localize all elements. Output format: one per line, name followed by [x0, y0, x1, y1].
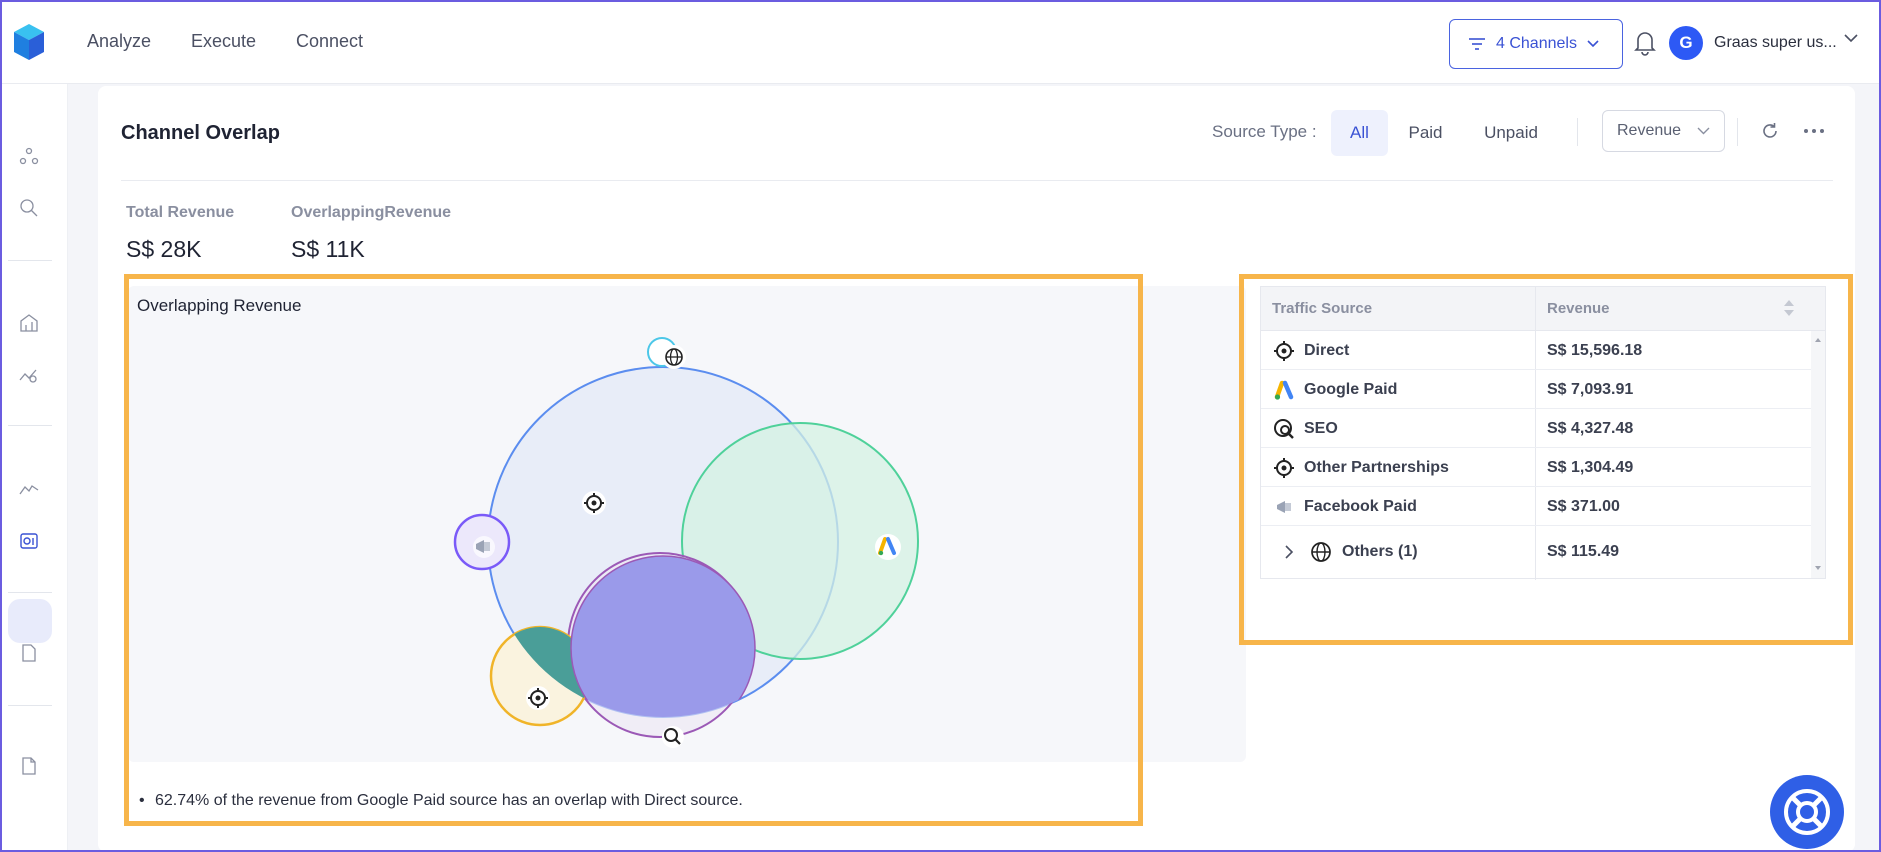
table-row[interactable]: SEO S$ 4,327.48	[1261, 409, 1811, 448]
table-header: Traffic Source Revenue	[1261, 287, 1825, 331]
row-revenue: S$ 1,304.49	[1547, 459, 1634, 476]
row-revenue: S$ 4,327.48	[1547, 420, 1634, 437]
row-source-name: SEO	[1304, 420, 1338, 437]
help-button[interactable]	[1770, 775, 1844, 849]
row-revenue: S$ 7,093.91	[1547, 381, 1634, 398]
table-row[interactable]: Facebook Paid S$ 371.00	[1261, 487, 1811, 526]
lifebuoy-icon	[1784, 789, 1830, 835]
scroll-up-icon[interactable]	[1814, 337, 1822, 343]
row-source-name: Google Paid	[1304, 381, 1398, 398]
column-header-revenue[interactable]: Revenue	[1547, 300, 1610, 317]
globe-icon	[662, 345, 686, 369]
target-icon	[1274, 458, 1294, 478]
google-ads-icon	[1274, 380, 1294, 400]
row-source-name: Direct	[1304, 342, 1350, 359]
table-scrollbar[interactable]	[1811, 331, 1825, 578]
globe-icon	[1311, 542, 1331, 562]
column-header-traffic-source[interactable]: Traffic Source	[1272, 300, 1372, 317]
traffic-source-table: Traffic Source Revenue Direct S$ 15,596.…	[1260, 286, 1826, 580]
row-source-name: Facebook Paid	[1304, 498, 1417, 515]
table-row[interactable]: Others (1) S$ 115.49	[1261, 526, 1811, 578]
scroll-down-icon[interactable]	[1814, 565, 1822, 571]
target-icon	[526, 686, 550, 710]
megaphone-icon	[473, 536, 495, 558]
google-ads-icon	[875, 534, 901, 560]
megaphone-icon	[1277, 501, 1291, 513]
row-source-name: Others (1)	[1342, 543, 1418, 560]
table-row[interactable]: Direct S$ 15,596.18	[1261, 331, 1811, 370]
seo-icon	[662, 726, 684, 748]
row-revenue: S$ 115.49	[1547, 543, 1620, 560]
sort-icon[interactable]	[1783, 298, 1795, 318]
target-icon	[1274, 341, 1294, 361]
table-row[interactable]: Other Partnerships S$ 1,304.49	[1261, 448, 1811, 487]
table-row[interactable]: Google Paid S$ 7,093.91	[1261, 370, 1811, 409]
row-source-name: Other Partnerships	[1304, 459, 1449, 476]
chevron-right-icon[interactable]	[1285, 545, 1294, 559]
row-revenue: S$ 15,596.18	[1547, 342, 1643, 359]
target-icon	[582, 491, 606, 515]
insight-text: 62.74% of the revenue from Google Paid s…	[139, 792, 743, 810]
row-revenue: S$ 371.00	[1547, 498, 1620, 515]
seo-icon	[1274, 419, 1294, 439]
